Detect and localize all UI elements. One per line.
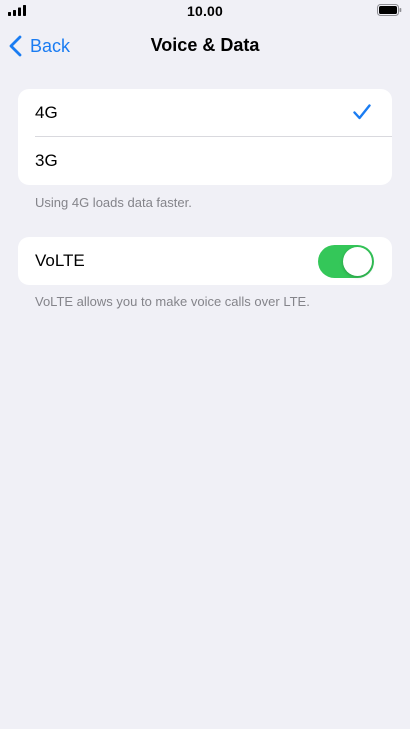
volte-group: VoLTE — [18, 237, 392, 285]
page-title: Voice & Data — [150, 35, 260, 55]
option-3g-label: 3G — [35, 151, 58, 170]
status-bar: 10.00 — [0, 0, 410, 22]
volte-footnote: VoLTE allows you to make voice calls ove… — [35, 294, 310, 309]
network-footnote: Using 4G loads data faster. — [35, 195, 192, 210]
volte-label: VoLTE — [35, 251, 85, 270]
checkmark-icon — [353, 104, 371, 120]
option-4g[interactable]: 4G — [18, 89, 392, 137]
option-3g[interactable]: 3G — [18, 137, 392, 185]
option-4g-label: 4G — [35, 103, 58, 122]
toggle-knob — [343, 247, 372, 276]
status-time: 10.00 — [186, 3, 224, 19]
battery-icon — [377, 4, 402, 16]
navigation-bar: Back Voice & Data — [0, 22, 410, 70]
network-options-group: 4G 3G — [18, 89, 392, 185]
volte-toggle[interactable] — [318, 245, 374, 278]
volte-row: VoLTE — [18, 237, 392, 285]
